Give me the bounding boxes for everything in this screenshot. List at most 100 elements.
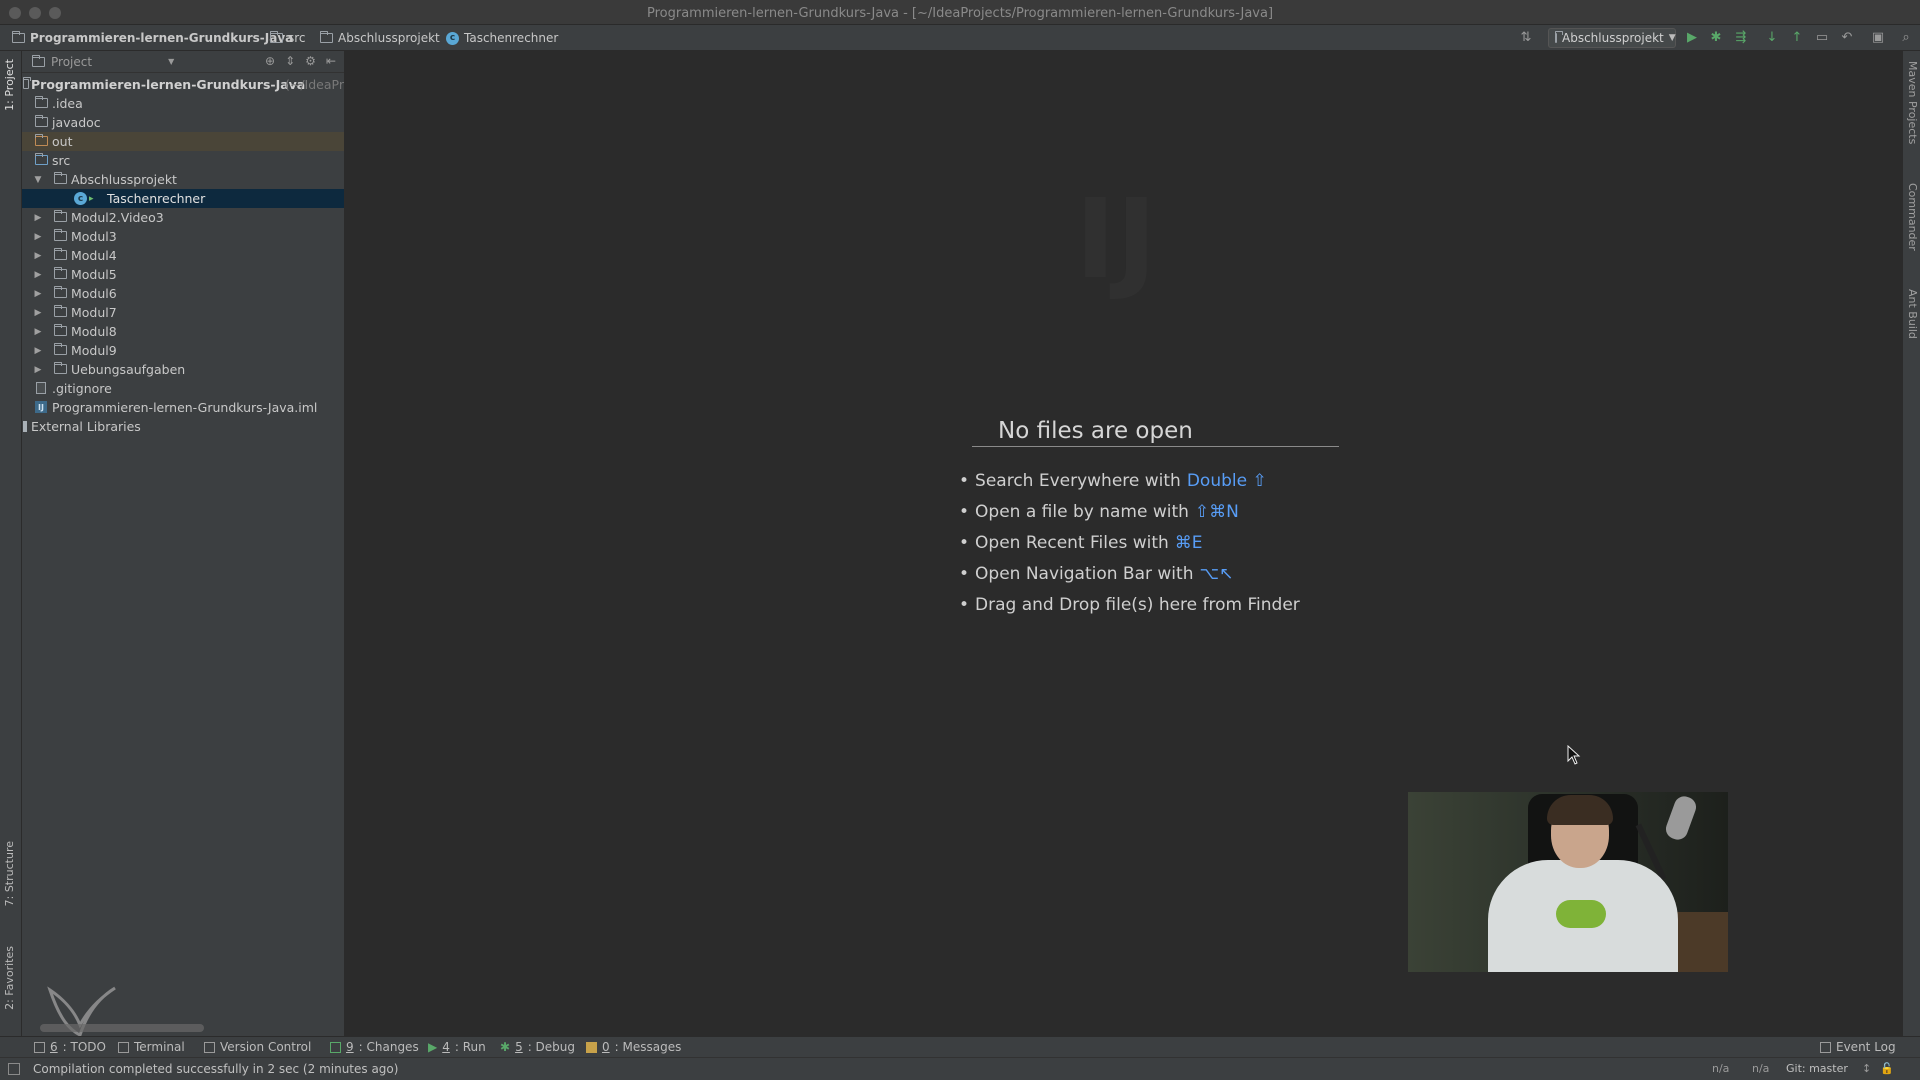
tab-debug[interactable]: ✱ 5: Debug [500, 1040, 575, 1054]
package-icon [54, 267, 67, 279]
package-icon [54, 324, 67, 336]
tree-item-external-libraries[interactable]: External Libraries [22, 417, 344, 436]
tree-item-javadoc[interactable]: javadoc [22, 113, 344, 132]
hint-shortcut: ⌘E [1174, 533, 1203, 553]
collapsed-arrow-icon[interactable]: ▶ [33, 308, 43, 318]
tree-item-uebungsaufgaben[interactable]: ▶ Uebungsaufgaben [22, 360, 344, 379]
tab-event-log[interactable]: Event Log [1820, 1040, 1896, 1054]
main-method-icon: ▸ [89, 193, 94, 204]
tab-label: : Debug [527, 1040, 576, 1054]
messages-icon [586, 1041, 597, 1053]
breadcrumb-taschenrechner[interactable]: c Taschenrechner [446, 31, 558, 45]
run-configuration-label: Abschlussprojekt [1562, 31, 1664, 45]
tree-item-modul9[interactable]: ▶ Modul9 [22, 341, 344, 360]
tree-item-modul2-video3[interactable]: ▶ Modul2.Video3 [22, 208, 344, 227]
vcs-commit-icon[interactable]: ↑ [1789, 30, 1805, 46]
intellij-logo-watermark: IJ [1075, 175, 1157, 303]
hide-panel-icon[interactable]: ⇤ [326, 54, 336, 68]
hint-shortcut: ⌥↖ [1199, 564, 1234, 584]
tab-commander[interactable]: Commander [1906, 183, 1919, 251]
tab-project[interactable]: 1: Project [3, 59, 16, 111]
tab-label: Terminal [134, 1040, 185, 1054]
tab-terminal[interactable]: Terminal [118, 1040, 185, 1054]
hint-search-everywhere: • Search Everywhere with Double ⇧ [959, 471, 1267, 491]
project-structure-icon[interactable]: ▣ [1870, 30, 1886, 46]
breadcrumb-label: Programmieren-lernen-Grundkurs-Java [30, 31, 294, 45]
tab-label: : Run [454, 1040, 486, 1054]
collapsed-arrow-icon[interactable]: ▶ [33, 365, 43, 375]
breadcrumb-label: Abschlussprojekt [338, 31, 440, 45]
status-message[interactable]: Compilation completed successfully in 2 … [33, 1062, 398, 1076]
project-view-header[interactable]: Project ▼ ⊕ ⇕ ⚙ ⇤ [22, 51, 344, 73]
collapsed-arrow-icon[interactable]: ▶ [33, 251, 43, 261]
class-icon: c [446, 31, 459, 45]
vcs-update-icon[interactable]: ↓ [1764, 30, 1780, 46]
tree-item-modul3[interactable]: ▶ Modul3 [22, 227, 344, 246]
tree-item-modul6[interactable]: ▶ Modul6 [22, 284, 344, 303]
debug-icon[interactable]: ✱ [1708, 30, 1724, 46]
tab-favorites[interactable]: 2: Favorites [3, 946, 16, 1010]
tab-changes[interactable]: 9: Changes [330, 1040, 419, 1054]
tree-item-taschenrechner[interactable]: c ▸ Taschenrechner [22, 189, 344, 208]
tree-item-src[interactable]: src [22, 151, 344, 170]
chevron-down-icon[interactable]: ▼ [168, 57, 174, 66]
gear-icon[interactable]: ⚙ [305, 54, 316, 68]
revert-icon[interactable]: ↶ [1839, 30, 1855, 46]
git-branch[interactable]: Git: master [1786, 1062, 1848, 1075]
run-icon[interactable]: ▶ [1684, 30, 1700, 46]
hint-open-file: • Open a file by name with ⇧⌘N [959, 502, 1239, 522]
coverage-icon[interactable]: ⇶ [1733, 30, 1749, 46]
tab-maven-projects[interactable]: Maven Projects [1906, 61, 1919, 144]
collapse-all-icon[interactable]: ⇕ [285, 54, 295, 68]
excluded-folder-icon [35, 134, 48, 146]
breadcrumb-abschlussprojekt[interactable]: Abschlussprojekt [320, 31, 440, 45]
tab-run[interactable]: ▶ 4: Run [428, 1040, 486, 1054]
tree-item-modul5[interactable]: ▶ Modul5 [22, 265, 344, 284]
tab-messages[interactable]: 0: Messages [586, 1040, 681, 1054]
library-icon [23, 421, 27, 432]
locate-icon[interactable]: ⊕ [265, 54, 275, 68]
collapsed-arrow-icon[interactable]: ▶ [33, 289, 43, 299]
folder-icon [35, 96, 48, 108]
collapsed-arrow-icon[interactable]: ▶ [33, 213, 43, 223]
tree-item-modul4[interactable]: ▶ Modul4 [22, 246, 344, 265]
tab-ant-build[interactable]: Ant Build [1906, 289, 1919, 339]
toggle-tool-windows-icon[interactable] [8, 1063, 20, 1075]
vcs-compare-icon[interactable]: ▭ [1814, 30, 1830, 46]
breadcrumb-src[interactable]: src [270, 31, 306, 45]
expanded-arrow-icon[interactable]: ▼ [33, 175, 43, 185]
tree-item-abschlussprojekt[interactable]: ▼ Abschlussprojekt [22, 170, 344, 189]
event-log-icon [1820, 1041, 1831, 1053]
breadcrumb-project[interactable]: Programmieren-lernen-Grundkurs-Java [12, 31, 293, 45]
tree-item-idea[interactable]: .idea [22, 94, 344, 113]
collapsed-arrow-icon[interactable]: ▶ [33, 346, 43, 356]
window-title: Programmieren-lernen-Grundkurs-Java - [~… [646, 6, 1274, 21]
lock-icon[interactable]: 🔓 [1880, 1062, 1894, 1075]
class-icon: c [74, 192, 87, 205]
collapsed-arrow-icon[interactable]: ▶ [33, 270, 43, 280]
caret-position[interactable]: n/a [1712, 1062, 1729, 1075]
tree-item-gitignore[interactable]: .gitignore [22, 379, 344, 398]
collapsed-arrow-icon[interactable]: ▶ [33, 232, 43, 242]
tab-number: 5 [515, 1040, 523, 1054]
tab-todo[interactable]: 6: TODO [34, 1040, 106, 1054]
navigation-bar: Programmieren-lernen-Grundkurs-Java src … [0, 25, 1920, 51]
tree-root[interactable]: Programmieren-lernen-Grundkurs-Java (~/I… [22, 75, 344, 94]
tab-structure[interactable]: 7: Structure [3, 841, 16, 906]
collapsed-arrow-icon[interactable]: ▶ [33, 327, 43, 337]
tab-version-control[interactable]: Version Control [204, 1040, 311, 1054]
tree-item-label: Uebungsaufgaben [71, 362, 186, 377]
line-separator[interactable]: n/a [1752, 1062, 1769, 1075]
tree-item-label: Programmieren-lernen-Grundkurs-Java.iml [52, 400, 318, 415]
tree-item-iml[interactable]: IJ Programmieren-lernen-Grundkurs-Java.i… [22, 398, 344, 417]
run-configuration-select[interactable]: Abschlussprojekt ▼ [1548, 28, 1676, 48]
search-icon[interactable]: ⌕ [1898, 30, 1914, 46]
tree-item-out[interactable]: out [22, 132, 344, 151]
empty-editor-title: No files are open [972, 418, 1339, 447]
tree-item-modul7[interactable]: ▶ Modul7 [22, 303, 344, 322]
tree-item-modul8[interactable]: ▶ Modul8 [22, 322, 344, 341]
file-encoding-icon[interactable]: ↕ [1862, 1062, 1871, 1075]
build-project-icon[interactable]: ⇅ [1518, 30, 1534, 46]
changes-icon [330, 1041, 341, 1053]
tab-number: 9 [346, 1040, 354, 1054]
